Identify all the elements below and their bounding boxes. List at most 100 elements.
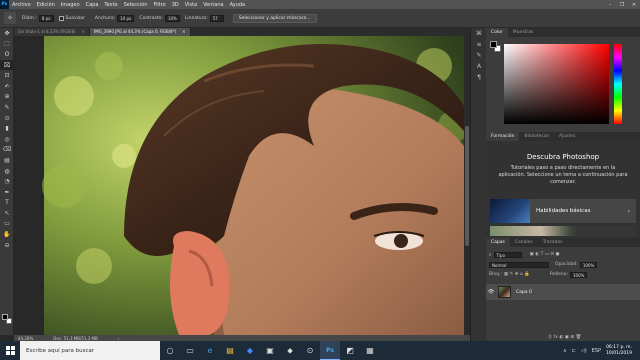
character-panel-icon[interactable]: A xyxy=(471,61,487,72)
layer-row[interactable]: 👁 Capa 0 xyxy=(486,284,640,300)
menu-seleccion[interactable]: Selección xyxy=(124,2,148,8)
tab-paths[interactable]: Trazados xyxy=(538,238,568,247)
select-and-mask-button[interactable]: Seleccionar y aplicar máscara... xyxy=(232,13,317,23)
photoshop-taskbar-icon[interactable]: Ps xyxy=(320,341,340,360)
menu-edicion[interactable]: Edición xyxy=(37,2,55,8)
history-brush-tool-icon[interactable]: ▮ xyxy=(0,123,14,134)
lasso-tool-icon[interactable]: ʘ xyxy=(0,49,14,60)
tab-channels[interactable]: Canales xyxy=(510,238,538,247)
chrome-icon[interactable]: ⊙ xyxy=(300,341,320,360)
menu-vista[interactable]: Vista xyxy=(185,2,197,8)
task-view-icon[interactable]: ▭ xyxy=(180,341,200,360)
diameter-field[interactable]: 8 px xyxy=(38,14,54,22)
hue-slider[interactable] xyxy=(614,44,622,124)
clock-date: 10/01/2019 xyxy=(606,350,632,356)
menu-ayuda[interactable]: Ayuda xyxy=(230,2,245,8)
edge-icon[interactable]: e xyxy=(200,341,220,360)
app-icon[interactable]: ⬥ xyxy=(280,341,300,360)
opacity-field[interactable]: 100% xyxy=(579,261,598,268)
paragraph-panel-icon[interactable]: ¶ xyxy=(471,72,487,83)
tab-swatches[interactable]: Muestras xyxy=(508,28,539,37)
eyedropper-tool-icon[interactable]: ✍ xyxy=(0,81,14,92)
menu-3d[interactable]: 3D xyxy=(172,2,179,8)
menu-ventana[interactable]: Ventana xyxy=(203,2,224,8)
brush-panel-icon[interactable]: ✎ xyxy=(471,50,487,61)
tab-libraries[interactable]: Bibliotecas xyxy=(519,132,554,141)
layer-filter-select[interactable]: Tipo xyxy=(493,251,522,258)
zoom-level[interactable]: 44,28% xyxy=(18,336,33,341)
maximize-icon[interactable]: ❐ xyxy=(616,0,628,9)
move-tool-icon[interactable]: ✥ xyxy=(0,28,14,39)
media-icon[interactable]: ▦ xyxy=(360,341,380,360)
scrollbar-thumb[interactable] xyxy=(465,126,469,246)
dodge-tool-icon[interactable]: ◍ xyxy=(0,166,14,177)
cortana-icon[interactable]: ○ xyxy=(160,341,180,360)
tab-adjustments[interactable]: Ajustes xyxy=(554,132,580,141)
tab-learn[interactable]: Formación xyxy=(486,132,520,141)
width-field[interactable]: 10 px xyxy=(117,14,135,22)
menu-filtro[interactable]: Filtro xyxy=(153,2,165,8)
foreground-color-swatch[interactable] xyxy=(2,314,8,320)
history-panel-icon[interactable]: ⌘ xyxy=(471,28,487,39)
properties-panel-icon[interactable]: ≡ xyxy=(471,39,487,50)
lock-icons[interactable]: ▦ ✎ ✥ ⌂ 🔒 xyxy=(504,272,530,277)
document-canvas[interactable] xyxy=(14,36,464,335)
basic-skills-card[interactable]: Habilidades básicas › xyxy=(490,199,636,223)
document-tab-sin-titulo[interactable]: Sin título-1 al 8,33% (RGB/8) × xyxy=(14,28,90,36)
network-icon[interactable]: ⊏ xyxy=(572,348,576,354)
tab-color[interactable]: Color xyxy=(486,28,508,37)
rectangle-tool-icon[interactable]: ↖ xyxy=(0,208,14,219)
menu-archivo[interactable]: Archivo xyxy=(12,2,31,8)
pen-tool-icon[interactable]: ◔ xyxy=(0,176,14,187)
marquee-tool-icon[interactable]: ⬚ xyxy=(0,39,14,50)
photos-icon[interactable]: ◩ xyxy=(340,341,360,360)
taskbar-search-input[interactable]: Escribe aquí para buscar xyxy=(20,341,160,360)
windows-logo-icon xyxy=(5,346,15,355)
clone-stamp-tool-icon[interactable]: ⊙ xyxy=(0,113,14,124)
healing-brush-tool-icon[interactable]: ⊕ xyxy=(0,92,14,103)
file-explorer-icon[interactable]: ▤ xyxy=(220,341,240,360)
minimize-icon[interactable]: – xyxy=(604,0,616,9)
brush-tool-icon[interactable]: ✎ xyxy=(0,102,14,113)
show-hidden-icons[interactable]: ∧ xyxy=(563,348,567,354)
edit-toolbar-icon[interactable]: ⊖ xyxy=(0,240,14,251)
layers-footer-icons[interactable]: ⓖ fx ◐ ▣ ⊞ 🗑 xyxy=(486,332,640,341)
blend-mode-select[interactable]: Normal xyxy=(489,261,549,268)
zoom-tool-icon[interactable]: ✋ xyxy=(0,229,14,240)
blur-tool-icon[interactable]: ▤ xyxy=(0,155,14,166)
layer-filter-icons[interactable]: ▣ ◐ T ▭ ⊡ ● xyxy=(530,252,560,257)
document-tab-img-3990[interactable]: IMG_3990.JPG al 44,3% (Capa 0, RGB/8*) × xyxy=(89,28,191,36)
eraser-tool-icon[interactable]: ◎ xyxy=(0,134,14,145)
language-indicator[interactable]: ESP xyxy=(592,348,601,354)
status-arrow-icon[interactable]: › xyxy=(118,336,120,341)
menu-texto[interactable]: Texto xyxy=(104,2,117,8)
learn-next-card-thumbnail[interactable] xyxy=(490,226,636,236)
tab-layers[interactable]: Capas xyxy=(486,238,510,247)
crop-tool-icon[interactable]: ⊡ xyxy=(0,70,14,81)
path-selection-tool-icon[interactable]: T xyxy=(0,198,14,209)
close-tab-icon[interactable]: × xyxy=(182,28,185,36)
quick-selection-tool-icon[interactable]: ⌧ xyxy=(0,59,14,71)
contrast-field[interactable]: 10% xyxy=(164,14,180,22)
fill-field[interactable]: 100% xyxy=(569,271,588,278)
store-icon[interactable]: ▣ xyxy=(260,341,280,360)
quick-selection-tool-icon[interactable]: ✧ xyxy=(4,12,16,24)
type-tool-icon[interactable]: ✒ xyxy=(0,187,14,198)
visibility-eye-icon[interactable]: 👁 xyxy=(486,289,496,295)
close-tab-icon[interactable]: × xyxy=(82,28,85,36)
menu-capa[interactable]: Capa xyxy=(86,2,99,8)
smooth-checkbox[interactable] xyxy=(58,15,64,21)
hand-tool-icon[interactable]: ▭ xyxy=(0,219,14,230)
close-icon[interactable]: ✕ xyxy=(628,0,640,9)
color-panel-foreground-swatch[interactable] xyxy=(490,41,497,48)
layer-name[interactable]: Capa 0 xyxy=(516,290,532,295)
gradient-tool-icon[interactable]: ⌫ xyxy=(0,145,14,156)
frequency-field[interactable]: 57 xyxy=(209,14,224,22)
color-picker-field[interactable] xyxy=(504,44,609,124)
taskbar-clock[interactable]: 06:17 p. m. 10/01/2019 xyxy=(606,345,632,357)
color-swatches[interactable] xyxy=(2,314,12,324)
windows-start-button[interactable] xyxy=(0,341,20,360)
volume-icon[interactable]: ◁) xyxy=(581,348,587,354)
menu-imagen[interactable]: Imagen xyxy=(61,2,80,8)
dropbox-icon[interactable]: ◆ xyxy=(240,341,260,360)
